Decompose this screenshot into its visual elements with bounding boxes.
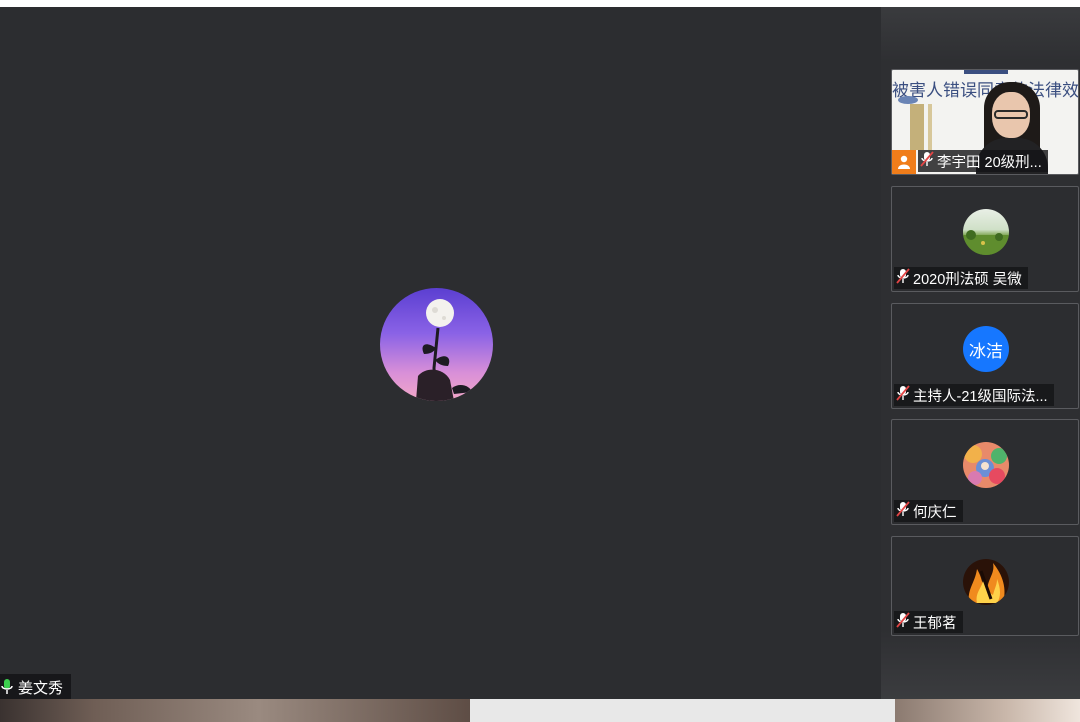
participant-name: 何庆仁: [913, 504, 957, 521]
participant-label: 主持人-21级国际法...: [894, 384, 1054, 406]
participant-label: 李宇田 20级刑...: [918, 150, 1048, 172]
glasses: [994, 110, 1028, 119]
participant-label: 何庆仁: [894, 500, 963, 522]
participant-avatar: [963, 442, 1009, 488]
slide-header-tag: [964, 70, 1008, 74]
participant-name: 主持人-21级国际法...: [913, 388, 1048, 405]
moon-flower-image: [416, 299, 472, 401]
participant-tile[interactable]: 王郁茗: [891, 536, 1079, 636]
bottom-background-blank: [470, 699, 895, 722]
main-speaker-avatar: [380, 288, 493, 401]
host-person-icon: [892, 150, 916, 174]
participant-text-avatar: 冰洁: [963, 326, 1009, 372]
participant-avatar: [963, 209, 1009, 255]
slide-logo: [898, 96, 918, 104]
participant-avatar: [963, 559, 1009, 605]
participant-name: 2020刑法硕 吴微: [913, 271, 1022, 288]
participant-sidebar[interactable]: 被害人错误同意的法律效果 李宇田 20级刑... 2020刑法硕 吴微 冰洁 主…: [881, 7, 1080, 699]
participant-name: 王郁茗: [913, 615, 957, 632]
bottom-background-photo: [0, 699, 470, 722]
main-video-stage[interactable]: 姜文秀: [0, 7, 881, 700]
participant-tile[interactable]: 冰洁 主持人-21级国际法...: [891, 303, 1079, 409]
microphone-muted-icon: [896, 267, 910, 289]
microphone-muted-icon: [920, 150, 934, 172]
participant-tile[interactable]: 何庆仁: [891, 419, 1079, 525]
microphone-muted-icon: [896, 611, 910, 633]
slide-decoration: [928, 104, 932, 150]
slide-decoration: [910, 104, 924, 150]
main-speaker-label: 姜文秀: [0, 674, 72, 700]
top-strip: [0, 0, 1080, 7]
main-speaker-name: 姜文秀: [18, 679, 64, 697]
bottom-background-photo: [895, 699, 1080, 722]
participant-tile[interactable]: 被害人错误同意的法律效果 李宇田 20级刑...: [891, 69, 1079, 175]
microphone-muted-icon: [896, 384, 910, 406]
participant-label: 王郁茗: [894, 611, 963, 633]
participant-label: 2020刑法硕 吴微: [894, 267, 1028, 289]
participant-tile[interactable]: 2020刑法硕 吴微: [891, 186, 1079, 292]
participant-name: 李宇田 20级刑...: [937, 154, 1042, 171]
microphone-muted-icon: [896, 500, 910, 522]
microphone-icon: [0, 678, 14, 696]
